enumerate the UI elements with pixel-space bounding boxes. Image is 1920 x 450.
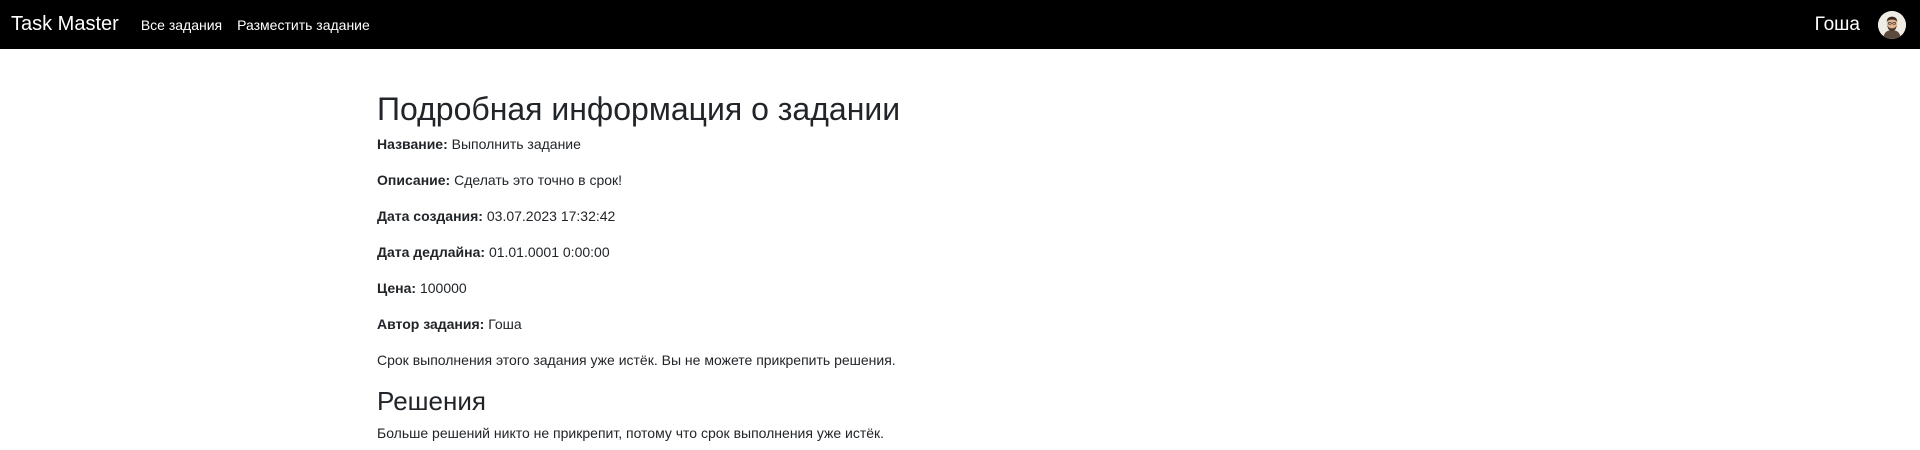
solutions-notice: Больше решений никто не прикрепит, потом… xyxy=(377,425,885,441)
task-details: Подробная информация о задании Название:… xyxy=(377,90,1477,441)
avatar[interactable] xyxy=(1878,10,1906,39)
expired-notice: Срок выполнения этого задания уже истёк.… xyxy=(377,352,896,368)
field-author-label: Автор задания: xyxy=(377,316,485,332)
page-title: Подробная информация о задании xyxy=(377,91,901,127)
navbar: Task Master Все задания Разместить задан… xyxy=(0,0,1920,49)
nav-link-post-task[interactable]: Разместить задание xyxy=(237,17,370,33)
field-description-label: Описание: xyxy=(377,172,451,188)
user-avatar-icon xyxy=(1878,10,1906,39)
nav-link-all-tasks[interactable]: Все задания xyxy=(141,17,222,33)
field-price-label: Цена: xyxy=(377,280,417,296)
solutions-heading: Решения xyxy=(377,386,486,416)
field-deadline-value: 01.01.0001 0:00:00 xyxy=(488,244,610,260)
field-price: Цена: 100000 xyxy=(377,278,467,298)
field-name: Название: Выполнить задание xyxy=(377,134,581,154)
field-price-value: 100000 xyxy=(419,280,467,296)
field-author: Автор задания: Гоша xyxy=(377,314,522,334)
username[interactable]: Гоша xyxy=(1815,14,1860,36)
field-description: Описание: Сделать это точно в срок! xyxy=(377,170,622,190)
field-description-value: Сделать это точно в срок! xyxy=(454,172,623,188)
field-created-date-value: 03.07.2023 17:32:42 xyxy=(486,208,616,224)
field-deadline: Дата дедлайна: 01.01.0001 0:00:00 xyxy=(377,242,610,262)
field-created-date: Дата создания: 03.07.2023 17:32:42 xyxy=(377,206,615,226)
brand-logo[interactable]: Task Master xyxy=(11,13,119,36)
user-menu: Гоша xyxy=(1815,10,1909,39)
field-author-value: Гоша xyxy=(488,316,522,332)
field-name-label: Название: xyxy=(377,136,448,152)
field-deadline-label: Дата дедлайна: xyxy=(377,244,486,260)
field-created-date-label: Дата создания: xyxy=(377,208,483,224)
field-name-value: Выполнить задание xyxy=(451,136,581,152)
